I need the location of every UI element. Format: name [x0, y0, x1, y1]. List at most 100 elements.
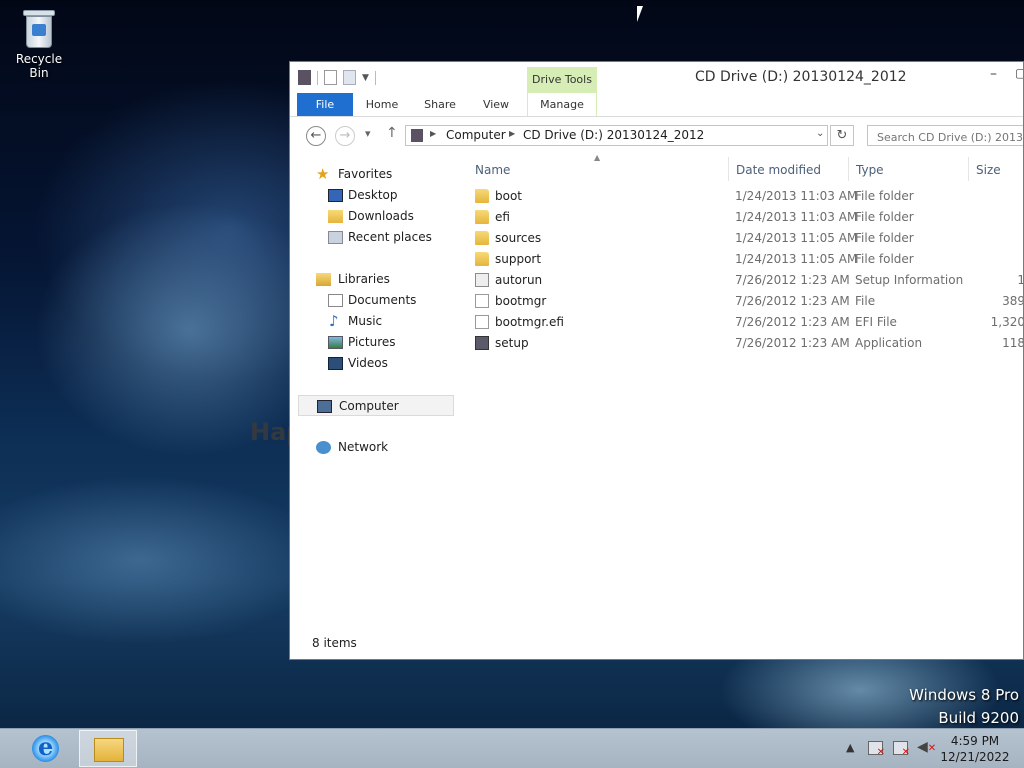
file-date: 1/24/2013 11:05 AM [735, 252, 858, 266]
address-row: ← → ▾ ↑ ▶ Computer ▶ CD Drive (D:) 20130… [290, 123, 1023, 151]
folder-icon [475, 210, 489, 224]
nav-computer[interactable]: Computer [298, 395, 454, 416]
back-button[interactable]: ← [306, 126, 326, 146]
quick-access-toolbar: ▼ [298, 70, 376, 85]
watermark-edition: Windows 8 Pro [909, 686, 1019, 704]
file-date: 1/24/2013 11:03 AM [735, 210, 858, 224]
recent-places-icon [328, 231, 343, 244]
tab-file[interactable]: File [297, 93, 353, 116]
file-name: autorun [495, 273, 543, 287]
taskbar-internet-explorer[interactable] [16, 730, 74, 767]
breadcrumb-separator-icon[interactable]: ▶ [509, 129, 515, 138]
music-note-icon: ♪ [329, 312, 339, 330]
customize-toolbar-chevron-icon[interactable]: ▼ [362, 73, 369, 83]
file-date: 1/24/2013 11:05 AM [735, 231, 858, 245]
show-hidden-icons-chevron-icon[interactable]: ▲ [846, 741, 854, 754]
tab-home[interactable]: Home [360, 93, 404, 116]
title-bar[interactable]: ▼ Drive Tools CD Drive (D:) 20130124_201… [290, 62, 1023, 93]
file-row[interactable]: bootmgr.efi 7/26/2012 1:23 AM EFI File 1… [460, 312, 1023, 333]
tab-view[interactable]: View [476, 93, 516, 116]
nav-libraries[interactable]: Libraries [298, 269, 454, 290]
maximize-button[interactable]: ▢ [1015, 66, 1023, 80]
ribbon-tabs: File Home Share View Manage [290, 93, 1023, 117]
file-date: 7/26/2012 1:23 AM [735, 336, 850, 350]
nav-videos[interactable]: Videos [298, 353, 454, 374]
documents-icon [328, 294, 343, 307]
address-bar[interactable]: ▶ Computer ▶ CD Drive (D:) 20130124_2012… [405, 125, 828, 146]
file-type: File [855, 294, 876, 308]
status-item-count: 8 items [312, 636, 357, 650]
file-name: support [495, 252, 542, 266]
file-row[interactable]: autorun 7/26/2012 1:23 AM Setup Informat… [460, 270, 1023, 291]
nav-music[interactable]: ♪ Music [298, 311, 454, 332]
breadcrumb-computer[interactable]: Computer [446, 128, 506, 142]
file-row[interactable]: support 1/24/2013 11:05 AM File folder [460, 249, 1023, 270]
computer-icon [317, 400, 332, 413]
breadcrumb-separator-icon[interactable]: ▶ [430, 129, 436, 138]
navigation-pane: ★ Favorites Desktop Downloads Recent pla… [298, 159, 456, 639]
downloads-icon [328, 210, 343, 223]
up-button[interactable]: ↑ [386, 125, 398, 141]
file-row[interactable]: bootmgr 7/26/2012 1:23 AM File 389 [460, 291, 1024, 312]
column-header-date-modified[interactable]: Date modified [736, 163, 821, 177]
file-name: boot [495, 189, 523, 203]
taskbar-file-explorer[interactable] [79, 730, 137, 767]
file-name: sources [495, 231, 542, 245]
volume-muted-icon[interactable]: ◀✕ [917, 739, 936, 755]
column-header-size[interactable]: Size [976, 163, 1001, 177]
file-size: 118 [1002, 336, 1024, 350]
drive-icon [411, 129, 423, 142]
windows-build-watermark: Windows 8 Pro Build 9200 [909, 684, 1019, 728]
breadcrumb-cd-drive[interactable]: CD Drive (D:) 20130124_2012 [523, 128, 704, 142]
file-row[interactable]: boot 1/24/2013 11:03 AM File folder [460, 186, 1023, 207]
file-type: Application [855, 336, 923, 350]
properties-icon[interactable] [324, 70, 337, 85]
file-row[interactable]: efi 1/24/2013 11:03 AM File folder [460, 207, 1023, 228]
file-row[interactable]: sources 1/24/2013 11:05 AM File folder [460, 228, 1023, 249]
file-type: File folder [855, 210, 914, 224]
tab-manage[interactable]: Manage [527, 93, 597, 116]
search-box[interactable] [867, 125, 1023, 147]
minimize-button[interactable]: – [990, 66, 997, 82]
recycle-bin-shortcut[interactable]: Recycle Bin [6, 6, 72, 80]
nav-label: Computer [339, 399, 399, 413]
refresh-button[interactable]: ↻ [830, 125, 854, 146]
nav-label: Desktop [348, 188, 398, 202]
nav-desktop[interactable]: Desktop [298, 185, 454, 206]
search-input[interactable] [875, 127, 1023, 147]
setup-info-icon [475, 273, 489, 287]
folder-icon [475, 252, 489, 266]
tab-share[interactable]: Share [417, 93, 463, 116]
file-list: ▲ Name Date modified Type Size boot 1/24… [460, 153, 1024, 633]
file-explorer-icon [94, 738, 124, 762]
desktop-icon [328, 189, 343, 202]
file-type: File folder [855, 189, 914, 203]
network-status-icon[interactable]: ✕ [893, 741, 910, 758]
new-folder-icon[interactable] [343, 70, 356, 85]
file-size: 1 [960, 273, 1023, 287]
nav-recent-places[interactable]: Recent places [298, 227, 454, 248]
file-date: 1/24/2013 11:03 AM [735, 189, 858, 203]
address-history-chevron-icon[interactable]: ⌄ [816, 128, 824, 139]
videos-icon [328, 357, 343, 370]
libraries-icon [316, 273, 331, 286]
action-center-flag-icon[interactable]: ✕ [868, 741, 885, 758]
column-header-name[interactable]: Name [475, 163, 510, 177]
nav-pictures[interactable]: Pictures [298, 332, 454, 353]
file-row[interactable]: setup 7/26/2012 1:23 AM Application 118 [460, 333, 1024, 354]
recent-locations-chevron-icon[interactable]: ▾ [365, 127, 371, 140]
forward-button[interactable]: → [335, 126, 355, 146]
nav-label: Pictures [348, 335, 396, 349]
file-type: EFI File [855, 315, 897, 329]
nav-documents[interactable]: Documents [298, 290, 454, 311]
file-date: 7/26/2012 1:23 AM [735, 294, 850, 308]
nav-downloads[interactable]: Downloads [298, 206, 454, 227]
nav-network[interactable]: Network [298, 437, 454, 458]
folder-icon [475, 189, 489, 203]
internet-explorer-icon [32, 732, 59, 762]
file-size: 389 [1002, 294, 1024, 308]
nav-label: Recent places [348, 230, 432, 244]
column-header-type[interactable]: Type [856, 163, 884, 177]
system-clock[interactable]: 4:59 PM 12/21/2022 [940, 733, 1010, 765]
nav-favorites[interactable]: ★ Favorites [298, 164, 454, 185]
